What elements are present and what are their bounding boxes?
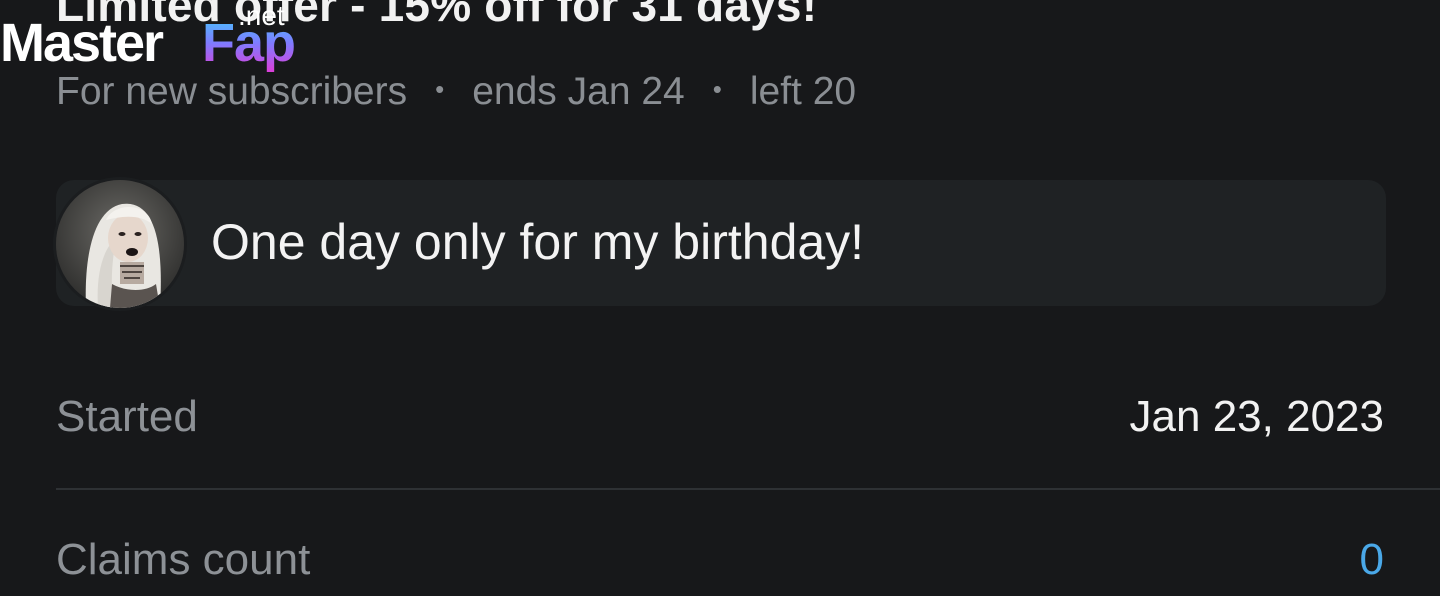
- row-divider: [56, 488, 1440, 490]
- user-avatar-photo-icon: [56, 180, 184, 308]
- offer-details-page: Limited offer - 15% off for 31 days! Mas…: [0, 0, 1440, 596]
- claims-count-value[interactable]: 0: [1360, 535, 1384, 585]
- offer-ends: ends Jan 24: [472, 70, 685, 113]
- watermark-logo: Master Fap .net: [0, 0, 310, 80]
- watermark-net-text: .net: [238, 0, 285, 31]
- watermark-master-text: Master: [0, 13, 164, 73]
- started-label: Started: [56, 392, 198, 441]
- offer-message-text: One day only for my birthday!: [211, 214, 865, 270]
- offer-remaining: left 20: [749, 70, 857, 113]
- claims-count-label: Claims count: [56, 535, 311, 584]
- meta-separator-dot: •: [435, 73, 445, 104]
- started-value: Jan 23, 2023: [1129, 392, 1384, 441]
- avatar[interactable]: [56, 180, 184, 308]
- meta-separator-dot: •: [712, 73, 722, 104]
